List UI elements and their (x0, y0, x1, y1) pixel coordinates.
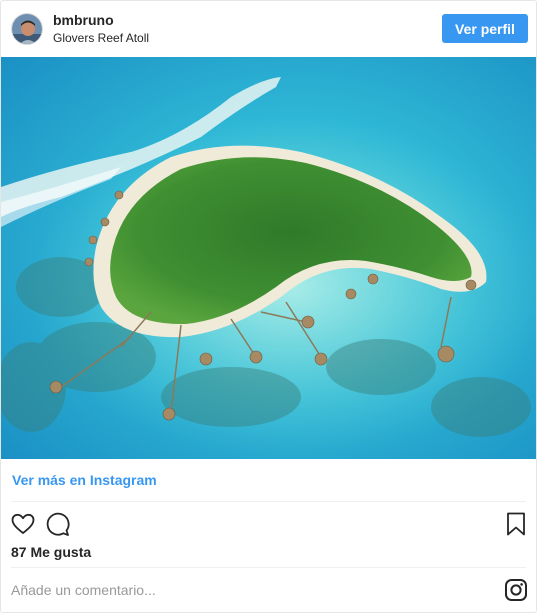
post-header: bmbruno Glovers Reef Atoll Ver perfil (1, 1, 536, 57)
avatar-image (12, 14, 42, 44)
comment-row (1, 567, 536, 612)
view-more-on-instagram-link[interactable]: Ver más en Instagram (12, 472, 157, 488)
avatar[interactable] (11, 13, 43, 45)
island-photo-illustration (1, 57, 536, 459)
post-image[interactable] (1, 57, 536, 459)
username[interactable]: bmbruno (53, 12, 149, 29)
bookmark-icon[interactable] (503, 511, 529, 537)
divider (11, 501, 526, 502)
heart-icon[interactable] (10, 511, 36, 537)
user-info: bmbruno Glovers Reef Atoll (53, 12, 149, 45)
like-count[interactable]: 87 Me gusta (11, 544, 91, 560)
comment-input[interactable] (11, 577, 491, 603)
action-bar (1, 507, 536, 541)
view-profile-button[interactable]: Ver perfil (442, 14, 528, 43)
instagram-logo-icon[interactable] (504, 578, 528, 602)
location[interactable]: Glovers Reef Atoll (53, 31, 149, 45)
speech-bubble-icon[interactable] (45, 511, 71, 537)
instagram-embed-card: bmbruno Glovers Reef Atoll Ver perfil Ve… (0, 0, 537, 613)
